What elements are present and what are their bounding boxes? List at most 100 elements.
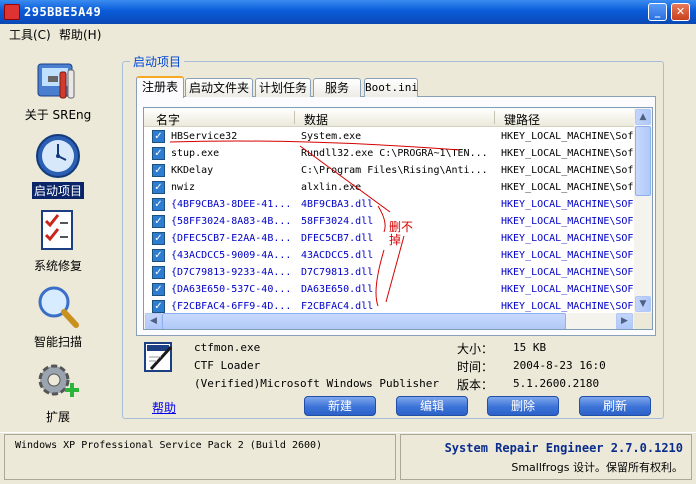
- nav-label-scan: 智能扫描: [33, 335, 82, 349]
- detail-description: CTF Loader: [194, 359, 261, 372]
- detail-filename: ctfmon.exe: [194, 341, 261, 354]
- row-path: HKEY_LOCAL_MACHINE\SOF: [501, 284, 634, 295]
- menu-bar: 工具(C) 帮助(H): [0, 24, 696, 43]
- tab-scheduled-tasks[interactable]: 计划任务: [255, 78, 311, 97]
- status-os-panel: Windows XP Professional Service Pack 2 (…: [4, 434, 396, 480]
- group-title: 启动项目: [130, 53, 185, 70]
- version-label: 版本：: [457, 378, 494, 392]
- menu-tools[interactable]: 工具(C): [9, 26, 51, 43]
- nav-item-about[interactable]: 关于 SREng: [10, 56, 106, 123]
- nav-item-extend[interactable]: 扩展: [10, 358, 106, 425]
- row-name: {D7C79813-9233-4A...: [171, 267, 292, 278]
- magnifier-icon: [34, 283, 82, 331]
- row-checkbox[interactable]: ✓: [152, 249, 165, 262]
- table-row[interactable]: ✓ {D7C79813-9233-4A... D7C79813.dll HKEY_LO…: [144, 264, 634, 281]
- row-checkbox[interactable]: ✓: [152, 130, 165, 143]
- column-header-path[interactable]: 键路径: [504, 111, 540, 128]
- nav-item-startup[interactable]: 启动项目: [10, 132, 106, 199]
- row-path: HKEY_LOCAL_MACHINE\SOF: [501, 199, 634, 210]
- delete-button[interactable]: 删除: [487, 396, 559, 416]
- vertical-scrollbar[interactable]: ▲ ▼: [634, 108, 652, 313]
- row-path: HKEY_LOCAL_MACHINE\Sof: [501, 165, 634, 176]
- table-row[interactable]: ✓ KKDelay C:\Program Files\Rising\Anti... H…: [144, 162, 634, 179]
- row-data: DA63E650.dll: [301, 284, 374, 295]
- nav-label-repair: 系统修复: [33, 259, 82, 273]
- version-value: 5.1.2600.2180: [513, 377, 600, 390]
- table-row[interactable]: ✓ nwiz alxlin.exe HKEY_LOCAL_MACHINE\Sof: [144, 179, 634, 196]
- row-data: C:\Program Files\Rising\Anti...: [301, 165, 488, 176]
- horizontal-scrollbar[interactable]: ◀ ▶: [144, 313, 634, 329]
- gear-plus-icon: [34, 358, 82, 406]
- edit-button[interactable]: 编辑: [396, 396, 468, 416]
- row-name: {43ACDCC5-9009-4A...: [171, 250, 292, 261]
- tools-icon: [34, 56, 82, 104]
- horizontal-scroll-thumb[interactable]: [162, 313, 566, 329]
- row-checkbox[interactable]: ✓: [152, 215, 165, 228]
- column-separator[interactable]: [294, 111, 295, 124]
- table-row[interactable]: ✓ HBService32 System.exe HKEY_LOCAL_MACHINE…: [144, 128, 634, 145]
- row-checkbox[interactable]: ✓: [152, 198, 165, 211]
- row-name: {58FF3024-8A83-4B...: [171, 216, 292, 227]
- clock-icon: [34, 132, 82, 180]
- help-link[interactable]: 帮助: [152, 399, 176, 416]
- time-value: 2004-8-23 16:0: [513, 359, 606, 372]
- row-name: HBService32: [171, 131, 238, 142]
- row-name: nwiz: [171, 182, 196, 193]
- tab-services[interactable]: 服务: [313, 78, 361, 97]
- tab-boot-ini[interactable]: Boot.ini: [364, 78, 418, 97]
- status-product-panel: System Repair Engineer 2.7.0.1210 Smallf…: [400, 434, 692, 480]
- column-header-data[interactable]: 数据: [304, 111, 328, 128]
- scroll-left-button[interactable]: ◀: [145, 313, 162, 329]
- row-path: HKEY_LOCAL_MACHINE\SOF: [501, 250, 634, 261]
- nav-item-scan[interactable]: 智能扫描: [10, 283, 106, 350]
- row-path: HKEY_LOCAL_MACHINE\SOF: [501, 216, 634, 227]
- column-separator[interactable]: [494, 111, 495, 124]
- nav-label-extend: 扩展: [45, 410, 70, 424]
- scroll-corner: [634, 313, 652, 329]
- row-name: stup.exe: [171, 148, 220, 159]
- row-name: {4BF9CBA3-8DEE-41...: [171, 199, 292, 210]
- row-checkbox[interactable]: ✓: [152, 283, 165, 296]
- table-row[interactable]: ✓ {43ACDCC5-9009-4A... 43ACDCC5.dll HKEY_LO…: [144, 247, 634, 264]
- vertical-scroll-thumb[interactable]: [635, 126, 651, 196]
- row-data: System.exe: [301, 131, 362, 142]
- row-checkbox[interactable]: ✓: [152, 232, 165, 245]
- startup-list[interactable]: 名字 数据 键路径 ✓ HBService32 System.exe HKEY_LOC…: [143, 107, 653, 330]
- file-icon: [143, 341, 175, 373]
- app-icon: [4, 4, 20, 20]
- product-name: System Repair Engineer 2.7.0.1210: [444, 441, 683, 455]
- row-checkbox[interactable]: ✓: [152, 266, 165, 279]
- row-checkbox[interactable]: ✓: [152, 300, 165, 313]
- annotation-note: 删不掉: [389, 220, 414, 247]
- table-row[interactable]: ✓ {DA63E650-537C-40... DA63E650.dll HKEY_LO…: [144, 281, 634, 298]
- scroll-up-button[interactable]: ▲: [635, 109, 651, 125]
- row-data: alxlin.exe: [301, 182, 362, 193]
- row-checkbox[interactable]: ✓: [152, 181, 165, 194]
- menu-help[interactable]: 帮助(H): [59, 26, 101, 43]
- minimize-button[interactable]: _: [648, 3, 667, 21]
- tab-startup-folder[interactable]: 启动文件夹: [185, 78, 253, 97]
- row-data: 4BF9CBA3.dll: [301, 199, 374, 210]
- row-checkbox[interactable]: ✓: [152, 147, 165, 160]
- table-row[interactable]: ✓ {4BF9CBA3-8DEE-41... 4BF9CBA3.dll HKEY_LO…: [144, 196, 634, 213]
- nav-item-repair[interactable]: 系统修复: [10, 207, 106, 274]
- size-value: 15 KB: [513, 341, 547, 354]
- list-header: 名字 数据 键路径: [144, 108, 634, 127]
- row-name: {DFEC5CB7-E2AA-4B...: [171, 233, 292, 244]
- column-header-name[interactable]: 名字: [156, 111, 180, 128]
- tab-registry[interactable]: 注册表: [136, 76, 184, 98]
- close-button[interactable]: ✕: [671, 3, 690, 21]
- new-button[interactable]: 新建: [304, 396, 376, 416]
- row-path: HKEY_LOCAL_MACHINE\SOF: [501, 233, 634, 244]
- row-name: KKDelay: [171, 165, 214, 176]
- refresh-button[interactable]: 刷新: [579, 396, 651, 416]
- table-row[interactable]: ✓ stup.exe Rundll32.exe C:\PROGRA~1\TEN...…: [144, 145, 634, 162]
- row-data: 43ACDCC5.dll: [301, 250, 374, 261]
- row-data: D7C79813.dll: [301, 267, 374, 278]
- row-checkbox[interactable]: ✓: [152, 164, 165, 177]
- nav-label-about: 关于 SREng: [24, 108, 92, 122]
- scroll-down-button[interactable]: ▼: [635, 296, 651, 312]
- title-bar: 295BBE5A49 _ ✕: [0, 0, 696, 24]
- scroll-right-button[interactable]: ▶: [616, 313, 633, 329]
- row-path: HKEY_LOCAL_MACHINE\Sof: [501, 131, 634, 142]
